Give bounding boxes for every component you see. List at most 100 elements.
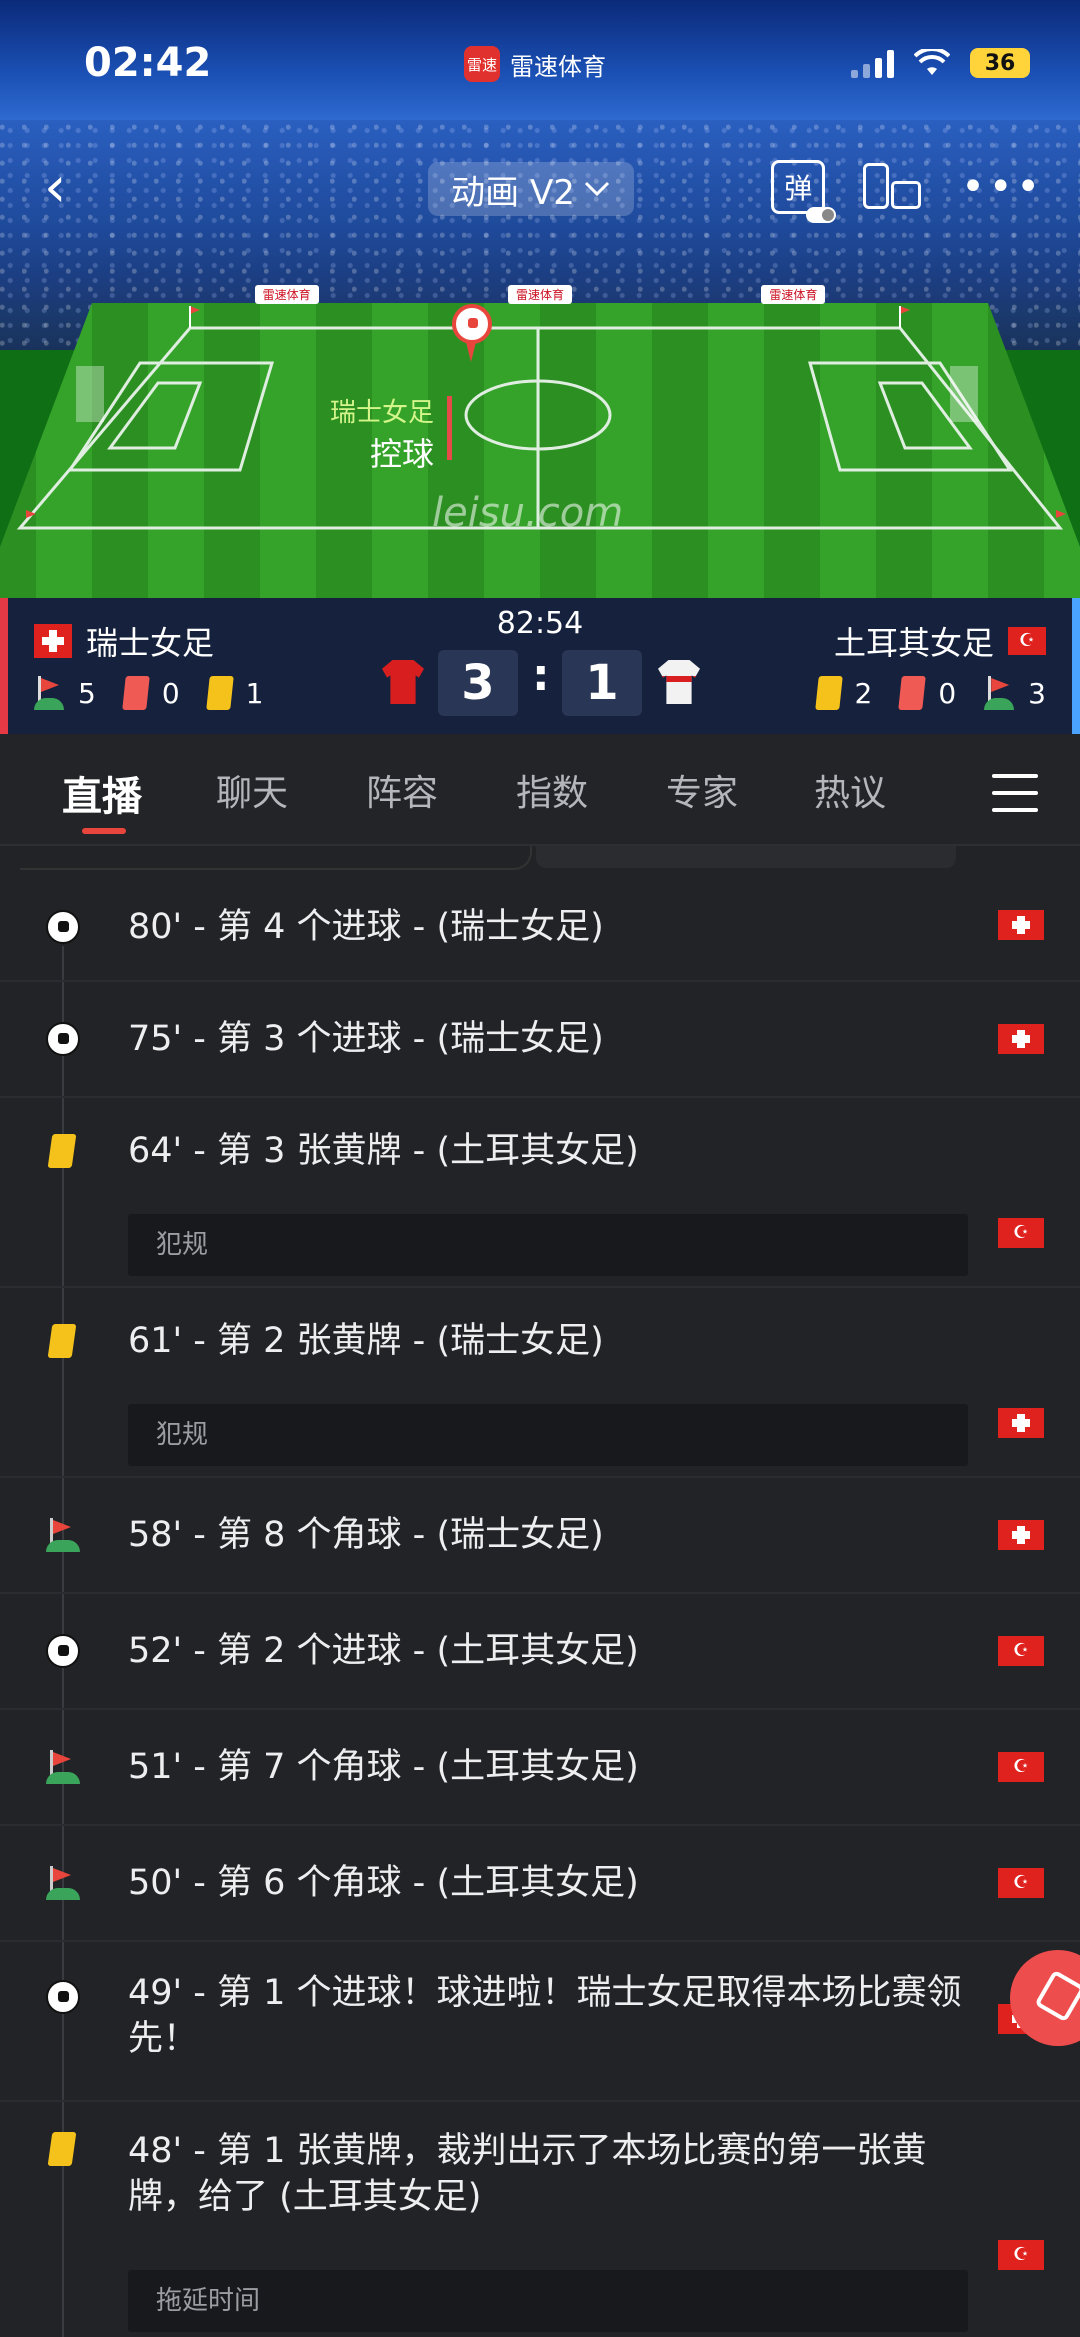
- match-animation-header: 02:42 雷速 雷速体育 36 ‹ 动画 V2 弹 ••• 雷速体育 雷速体育…: [0, 0, 1080, 600]
- turkey-flag-icon: ☪: [998, 1752, 1044, 1782]
- list-item[interactable]: 49' - 第 1 个进球！球进啦！瑞士女足取得本场比赛领先！: [0, 1942, 1080, 2102]
- menu-icon[interactable]: [992, 774, 1038, 812]
- red-card-icon: [122, 676, 150, 710]
- wifi-icon: [914, 49, 950, 75]
- event-text: 58' - 第 8 个角球 - (瑞士女足): [128, 1515, 604, 1555]
- away-score: 1: [562, 650, 642, 716]
- event-text: 64' - 第 3 张黄牌 - (土耳其女足): [128, 1131, 639, 1171]
- active-tab-indicator: [82, 828, 126, 834]
- status-bar: 02:42 雷速 雷速体育 36: [0, 0, 1080, 130]
- animation-mode-select[interactable]: 动画 V2: [428, 162, 634, 216]
- live-event-feed: 80' - 第 4 个进球 - (瑞士女足) 75' - 第 3 个进球 - (…: [0, 846, 1080, 2337]
- home-corners: 5: [78, 676, 96, 710]
- swiss-flag-icon: [998, 910, 1044, 940]
- battery-icon: 36: [970, 48, 1030, 78]
- away-stats: 2 0 3: [814, 676, 1046, 710]
- signal-icon: [851, 48, 894, 78]
- away-team-name: 土耳其女足: [833, 624, 994, 662]
- tab-bar: 直播 聊天 阵容 指数 专家 热议: [0, 734, 1080, 846]
- home-shirt-icon: [382, 660, 424, 704]
- yellow-card-icon: [814, 676, 843, 710]
- list-item[interactable]: 52' - 第 2 个进球 - (土耳其女足) ☪: [0, 1594, 1080, 1710]
- event-text: 50' - 第 6 个角球 - (土耳其女足): [128, 1863, 639, 1903]
- possession-team: 瑞士女足: [330, 398, 435, 428]
- corner-flag-icon: [46, 1866, 80, 1900]
- possession-indicator: 瑞士女足 控球: [330, 392, 453, 475]
- away-shirt-icon: [658, 660, 700, 704]
- pitch: 雷速体育 雷速体育 雷速体育: [0, 270, 1080, 600]
- list-item[interactable]: 80' - 第 4 个进球 - (瑞士女足): [0, 874, 1080, 982]
- event-text: 75' - 第 3 个进球 - (瑞士女足): [128, 1019, 604, 1059]
- tab-lineup[interactable]: 阵容: [366, 764, 438, 816]
- back-icon[interactable]: ‹: [44, 160, 84, 220]
- ball-position-icon: [452, 304, 492, 344]
- corner-flag-icon: [984, 676, 1015, 710]
- soccer-ball-icon: [46, 910, 80, 944]
- possession-label: 控球: [370, 435, 435, 473]
- ad-text: 雷速体育: [761, 284, 826, 304]
- event-text: 51' - 第 7 个角球 - (土耳其女足): [128, 1747, 639, 1787]
- list-item[interactable]: 48' - 第 1 张黄牌，裁判出示了本场比赛的第一张黄牌，给了 (土耳其女足)…: [0, 2102, 1080, 2337]
- home-yellow-cards: 1: [245, 676, 264, 710]
- list-item[interactable]: 61' - 第 2 张黄牌 - (瑞士女足) 犯规: [0, 1288, 1080, 1478]
- tab-chat[interactable]: 聊天: [216, 764, 288, 816]
- away-corners: 3: [1028, 676, 1046, 710]
- list-item[interactable]: 51' - 第 7 个角球 - (土耳其女足) ☪: [0, 1710, 1080, 1826]
- list-item[interactable]: 75' - 第 3 个进球 - (瑞士女足): [0, 982, 1080, 1098]
- status-app: 雷速 雷速体育: [464, 46, 606, 82]
- event-text: 48' - 第 1 张黄牌，裁判出示了本场比赛的第一张黄牌，给了 (土耳其女足): [128, 2131, 927, 2217]
- tab-experts[interactable]: 专家: [666, 764, 738, 816]
- turkey-flag-icon: ☪: [1008, 627, 1046, 655]
- away-team: 土耳其女足 ☪ 2 0 3: [814, 618, 1046, 710]
- ad-board: 雷速体育 雷速体育 雷速体育: [160, 282, 920, 306]
- event-text: 80' - 第 4 个进球 - (瑞士女足): [128, 907, 604, 947]
- turkey-flag-icon: ☪: [998, 1636, 1044, 1666]
- yellow-card-icon: [205, 676, 234, 710]
- turkey-flag-icon: ☪: [998, 1868, 1044, 1898]
- soccer-ball-icon: [46, 1634, 80, 1668]
- tab-hot[interactable]: 热议: [814, 764, 886, 816]
- sub-tab-remnant: [0, 846, 1080, 872]
- home-red-cards: 0: [161, 676, 180, 710]
- yellow-card-icon: [47, 1134, 77, 1168]
- home-stats: 5 0 1: [34, 676, 263, 710]
- status-time: 02:42: [84, 40, 212, 86]
- yellow-card-icon: [47, 2132, 77, 2166]
- turkey-flag-icon: ☪: [998, 2240, 1044, 2270]
- watermark: leisu.com: [432, 490, 624, 536]
- home-team: 瑞士女足 5 0 1: [34, 618, 263, 710]
- top-actions: 弹 •••: [771, 160, 1044, 223]
- swiss-flag-icon: [998, 1408, 1044, 1438]
- event-note: 犯规: [128, 1214, 968, 1276]
- list-item[interactable]: 64' - 第 3 张黄牌 - (土耳其女足) 犯规 ☪: [0, 1098, 1080, 1288]
- score-bar: 82:54 瑞士女足 5 0 1 3 : 1 土耳其女足 ☪ 2 0 3: [0, 598, 1080, 734]
- soccer-ball-icon: [46, 1022, 80, 1056]
- tab-live[interactable]: 直播: [62, 764, 142, 822]
- corner-flag-icon: [46, 1750, 80, 1784]
- app-name: 雷速体育: [510, 52, 606, 81]
- tab-odds[interactable]: 指数: [516, 764, 588, 816]
- screen-switch-icon[interactable]: [863, 163, 923, 211]
- home-score: 3: [438, 650, 518, 716]
- score-separator: :: [532, 650, 550, 701]
- yellow-card-icon: [47, 1324, 77, 1358]
- danmaku-toggle-icon[interactable]: 弹: [771, 160, 837, 223]
- more-icon[interactable]: •••: [961, 167, 1044, 207]
- top-bar: ‹ 动画 V2 弹 •••: [0, 160, 1080, 223]
- event-text: 49' - 第 1 个进球！球进啦！瑞士女足取得本场比赛领先！: [128, 1973, 962, 2059]
- away-yellow-cards: 2: [854, 676, 873, 710]
- swiss-flag-icon: [998, 1024, 1044, 1054]
- pitch-lines: [16, 306, 1066, 530]
- away-red-cards: 0: [938, 676, 957, 710]
- list-item[interactable]: 50' - 第 6 个角球 - (土耳其女足) ☪: [0, 1826, 1080, 1942]
- event-text: 52' - 第 2 个进球 - (土耳其女足): [128, 1631, 639, 1671]
- soccer-ball-icon: [46, 1980, 80, 2014]
- red-card-icon: [898, 676, 927, 710]
- swiss-flag-icon: [998, 1520, 1044, 1550]
- event-note: 犯规: [128, 1404, 968, 1466]
- corner-flag-icon: [46, 1518, 80, 1552]
- event-text: 61' - 第 2 张黄牌 - (瑞士女足): [128, 1321, 604, 1361]
- list-item[interactable]: 58' - 第 8 个角球 - (瑞士女足): [0, 1478, 1080, 1594]
- corner-flag-icon: [34, 676, 64, 710]
- mode-label: 动画 V2: [451, 172, 575, 213]
